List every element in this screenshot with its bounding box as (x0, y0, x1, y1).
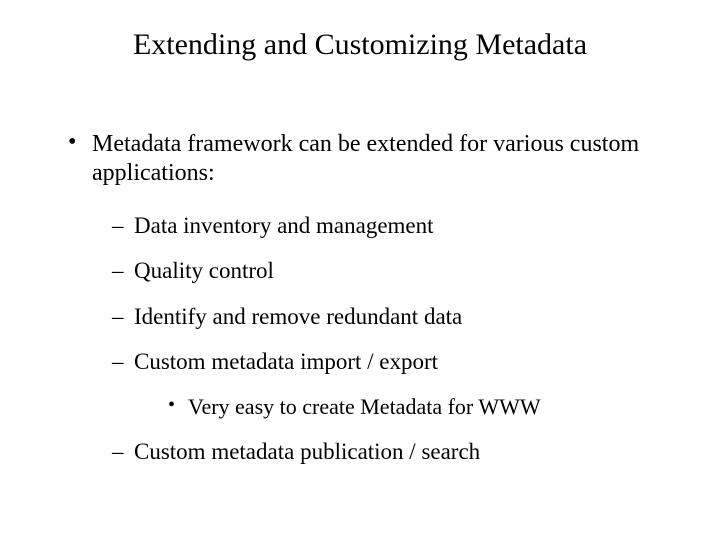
slide: Extending and Customizing Metadata Metad… (0, 0, 720, 504)
bullet-level-2: Quality control (112, 257, 680, 285)
bullet-level-1: Metadata framework can be extended for v… (68, 130, 680, 188)
bullet-level-2: Custom metadata publication / search (112, 438, 680, 466)
bullet-level-2: Data inventory and management (112, 212, 680, 240)
bullet-level-3: Very easy to create Metadata for WWW (168, 394, 680, 420)
bullet-level-2: Identify and remove redundant data (112, 303, 680, 331)
bullet-level-2: Custom metadata import / export (112, 348, 680, 376)
slide-title: Extending and Customizing Metadata (40, 28, 680, 62)
